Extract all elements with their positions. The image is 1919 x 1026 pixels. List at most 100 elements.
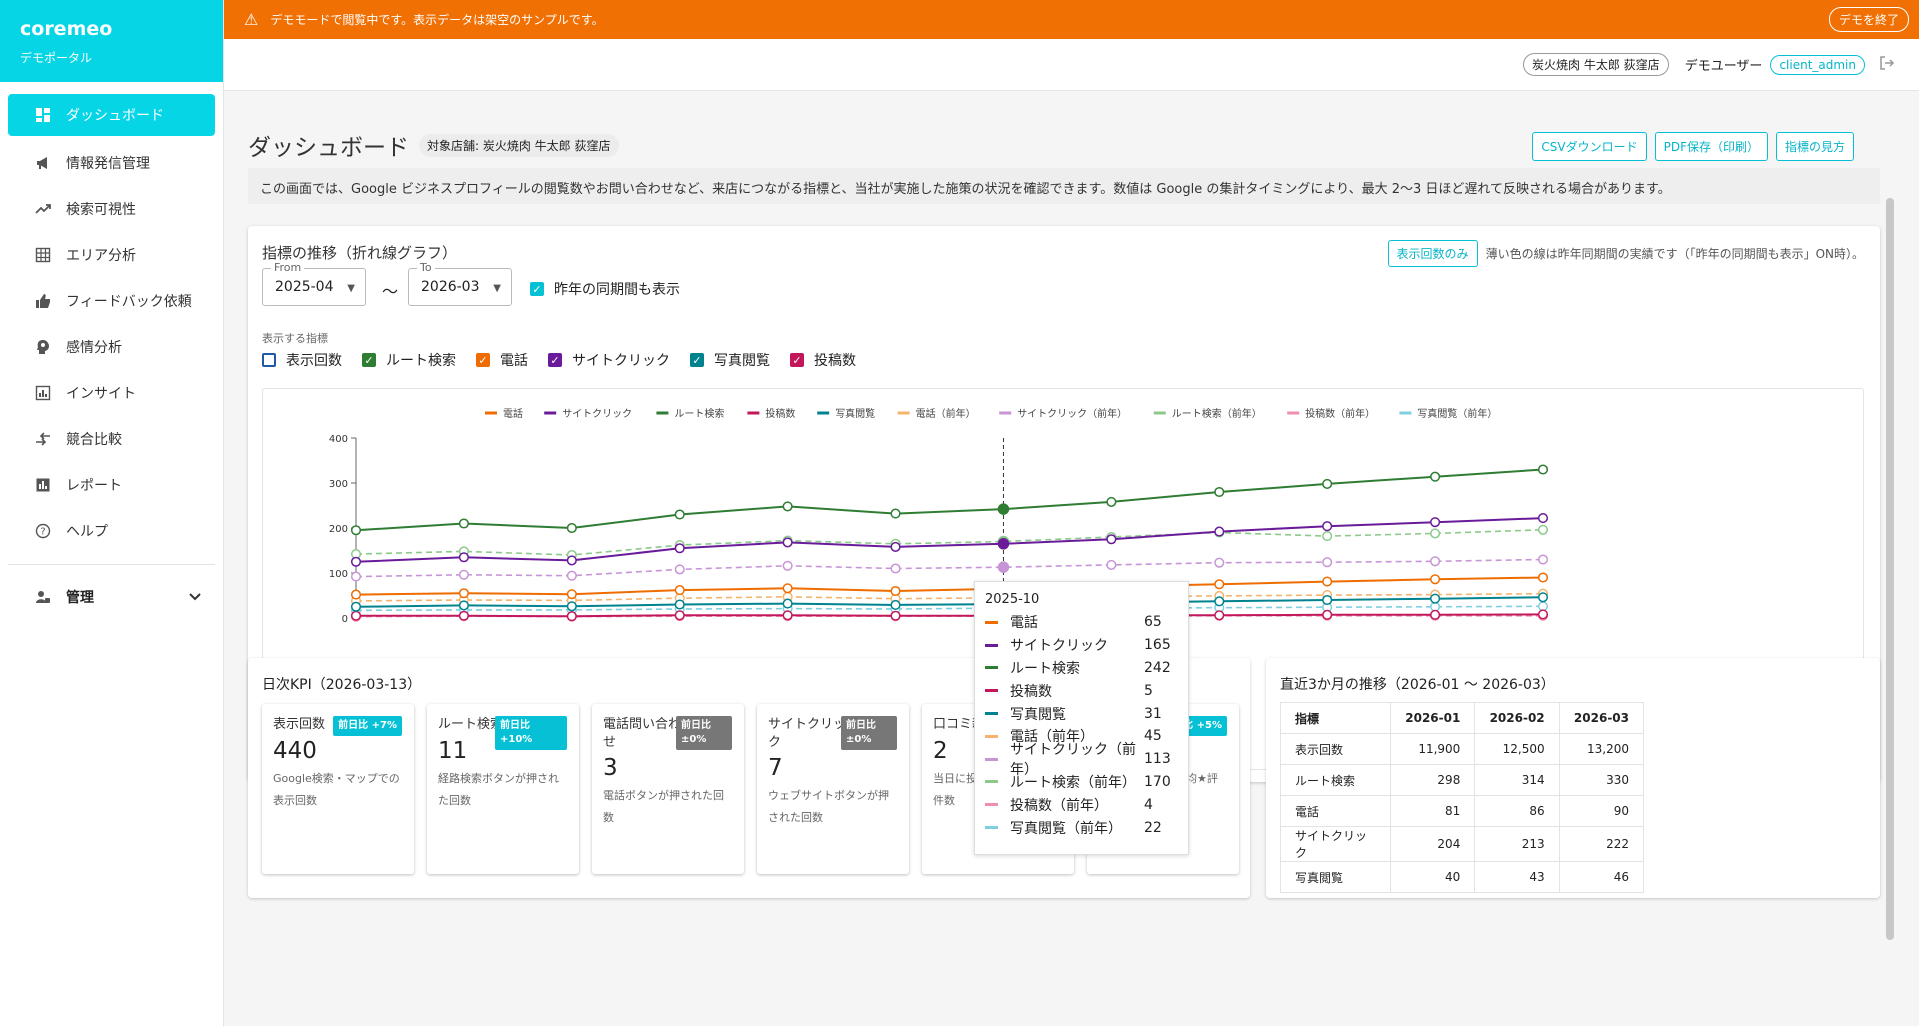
metric-checkbox[interactable]: ✓ ルート検索 <box>362 350 456 370</box>
user-name: デモユーザー <box>1684 59 1763 74</box>
pdf-save-button[interactable]: PDF保存（印刷） <box>1654 132 1768 161</box>
sidebar-item-psychology[interactable]: 感情分析 <box>8 324 215 370</box>
sidebar-item-report[interactable]: レポート <box>8 462 215 508</box>
legend-item: 投稿数（前年） <box>1305 407 1375 420</box>
scrollbar[interactable] <box>1884 192 1896 942</box>
tooltip-series-name: 写真閲覧 <box>1010 706 1066 723</box>
table-header-row: 指標 2026-01 2026-02 2026-03 <box>1280 702 1645 734</box>
tooltip-value: 31 <box>1144 705 1162 722</box>
data-point <box>1430 471 1441 482</box>
table-cell: 電話 <box>1280 795 1391 827</box>
table-cell: 81 <box>1389 795 1476 827</box>
legend-item: 写真閲覧 <box>835 407 875 420</box>
demo-banner: ⚠ デモモードで閲覧中です。表示データは架空のサンプルです。 デモを終了 <box>224 0 1919 39</box>
data-point <box>1322 557 1333 568</box>
data-point <box>782 560 793 571</box>
data-point <box>997 538 1010 550</box>
admin-label: 管理 <box>66 590 94 606</box>
legend-item: 電話（前年） <box>916 407 976 420</box>
kpi-tile: サイトクリック 前日比 ±0% 7 ウェブサイトボタンが押された回数 <box>757 704 909 874</box>
metric-checkbox[interactable]: ✓ 投稿数 <box>790 350 856 370</box>
sidebar-item-thumbs-up[interactable]: フィードバック依頼 <box>8 278 215 324</box>
data-point <box>997 561 1010 573</box>
sidebar-item-admin[interactable]: 管理 <box>8 577 215 617</box>
data-point <box>890 599 901 610</box>
metric-label: ルート検索 <box>386 353 456 369</box>
table-header-cell: 2026-03 <box>1558 702 1645 734</box>
data-point <box>1430 517 1441 528</box>
kpi-description: Google検索・マップでの表示回数 <box>273 771 400 807</box>
sidebar-item-dashboard[interactable]: ダッシュボード <box>8 94 215 136</box>
checkbox-checked-icon: ✓ <box>548 353 562 367</box>
data-point <box>1106 534 1117 545</box>
sidebar-item-compare[interactable]: 競合比較 <box>8 416 215 462</box>
data-point <box>458 569 469 580</box>
data-point <box>674 610 685 621</box>
page-title: ダッシュボード <box>248 135 409 161</box>
exit-demo-button[interactable]: デモを終了 <box>1828 7 1909 32</box>
range-tilde: 〜 <box>382 282 399 301</box>
table-row: ルート検索 298 314 330 <box>1280 764 1645 796</box>
table-row: サイトクリック 204 213 222 <box>1280 826 1645 862</box>
tooltip-month: 2025-10 <box>985 592 1040 607</box>
legend-swatch <box>985 780 998 784</box>
metric-checkbox[interactable]: 表示回数 <box>262 350 342 370</box>
to-select[interactable]: To 2026-03 ▼ <box>408 261 512 306</box>
data-point <box>1214 596 1225 607</box>
metric-label: 投稿数 <box>814 353 856 369</box>
to-value: 2026-03 <box>421 279 480 295</box>
data-point <box>1430 609 1441 620</box>
logout-icon[interactable] <box>1879 55 1895 75</box>
tooltip-value: 65 <box>1144 614 1162 631</box>
data-point <box>566 555 577 566</box>
metric-label: 表示回数 <box>286 353 342 369</box>
data-point <box>1322 478 1333 489</box>
table-row: 表示回数 11,900 12,500 13,200 <box>1280 733 1645 765</box>
kpi-change-badge: 前日比 +10% <box>495 716 567 750</box>
series-line <box>355 576 1544 596</box>
table-cell: ルート検索 <box>1280 764 1391 796</box>
legend-swatch <box>985 689 998 693</box>
store-chip[interactable]: 炭火焼肉 牛太郎 荻窪店 <box>1523 53 1669 76</box>
legend-swatch <box>985 666 998 670</box>
data-point <box>1537 601 1549 612</box>
data-point <box>1537 609 1549 620</box>
chart-tooltip: 2025-10 電話 65 サイトクリック 165 ルート検索 242 投稿数 5 写真閲覧 31 電… <box>974 581 1189 855</box>
data-point <box>1106 559 1117 570</box>
from-value: 2025-04 <box>275 279 334 295</box>
metric-checkbox[interactable]: ✓ 写真閲覧 <box>690 350 770 370</box>
sidebar-item-trending-up[interactable]: 検索可視性 <box>8 186 215 232</box>
table-cell: 12,500 <box>1474 733 1560 765</box>
data-point <box>1322 531 1333 542</box>
data-point <box>350 601 362 612</box>
sidebar-item-label: インサイト <box>66 386 136 402</box>
scrollbar-thumb[interactable] <box>1886 198 1894 940</box>
sidebar-item-grid[interactable]: エリア分析 <box>8 232 215 278</box>
kpi-tile: 表示回数 前日比 +7% 440 Google検索・マップでの表示回数 <box>262 704 414 874</box>
views-only-button[interactable]: 表示回数のみ <box>1387 240 1478 267</box>
table-cell: 写真閲覧 <box>1280 861 1391 893</box>
tooltip-value: 5 <box>1144 682 1153 699</box>
table-cell: 表示回数 <box>1280 733 1391 765</box>
sidebar-item-help[interactable]: ? ヘルプ <box>8 508 215 554</box>
page-actions: CSVダウンロード PDF保存（印刷） 指標の見方 <box>1532 132 1854 161</box>
csv-download-button[interactable]: CSVダウンロード <box>1532 132 1647 161</box>
data-point <box>566 522 577 534</box>
sidebar-item-megaphone[interactable]: 情報発信管理 <box>8 140 215 186</box>
metric-checkbox[interactable]: ✓ 電話 <box>476 350 528 370</box>
previous-year-label: 昨年の同期間も表示 <box>554 282 680 298</box>
sidebar-item-insights[interactable]: インサイト <box>8 370 215 416</box>
metric-checkbox[interactable]: ✓ サイトクリック <box>548 350 670 370</box>
kpi-description: 電話ボタンが押された回数 <box>603 789 724 825</box>
checkbox-checked-icon: ✓ <box>530 282 544 296</box>
trend-table: 指標 2026-01 2026-02 2026-03 表示回数 11,900 12,500 1… <box>1280 702 1645 893</box>
data-point <box>1214 557 1225 568</box>
metrics-guide-button[interactable]: 指標の見方 <box>1775 132 1854 161</box>
tooltip-series-name: ルート検索 <box>1010 660 1080 677</box>
main-content: ダッシュボード 対象店舗: 炭火焼肉 牛太郎 荻窪店 CSVダウンロード PDF… <box>224 92 1896 1026</box>
from-select[interactable]: From 2025-04 ▼ <box>262 261 366 306</box>
kpi-value: 7 <box>768 755 783 782</box>
previous-year-checkbox[interactable]: ✓ 昨年の同期間も表示 <box>530 279 680 299</box>
brand[interactable]: coremeo デモポータル <box>0 0 223 82</box>
table-cell: 46 <box>1558 861 1645 893</box>
